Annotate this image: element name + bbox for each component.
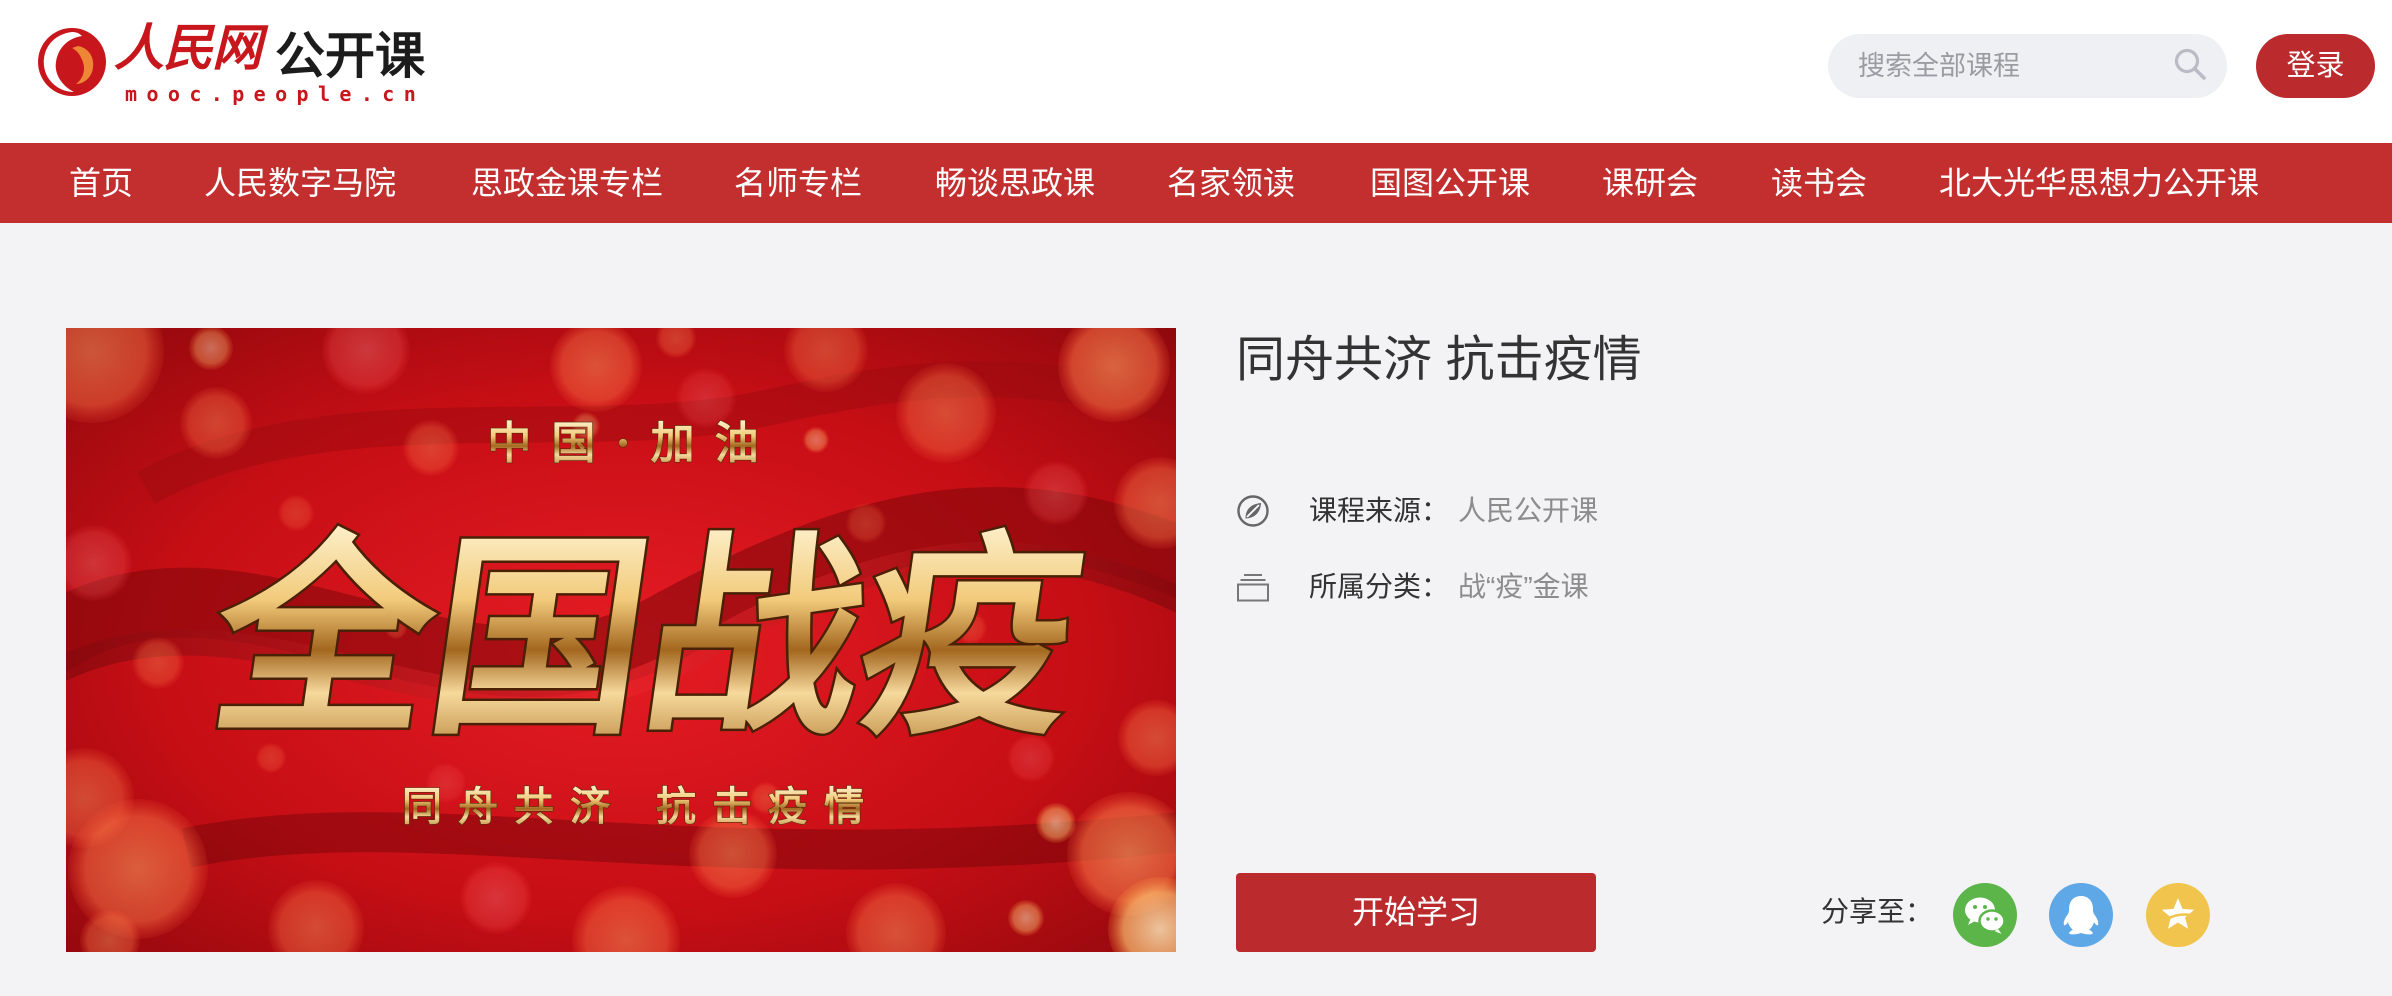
search-input[interactable]: [1828, 34, 2168, 98]
nav-item-national-library-open-course[interactable]: 国图公开课: [1370, 143, 1530, 223]
nav-item-digital-marxism-academy[interactable]: 人民数字马院: [204, 143, 396, 223]
nav-item-home[interactable]: 首页: [69, 143, 133, 223]
bokeh-circle: [189, 328, 233, 370]
bokeh-circle: [403, 420, 459, 476]
qq-icon: [2063, 896, 2099, 935]
search-box: [1828, 34, 2227, 98]
search-icon[interactable]: [2172, 46, 2208, 82]
people-daily-logo-icon: [34, 24, 110, 100]
nav-item-book-club[interactable]: 读书会: [1771, 143, 1867, 223]
login-button[interactable]: 登录: [2256, 34, 2375, 98]
course-detail: 中国·加油 全国战疫 同舟共济 抗击疫情 同舟共济 抗击疫情 课程来源： 人民公…: [0, 223, 2392, 996]
course-category-row: 所属分类： 战“疫”金课: [1236, 570, 1936, 604]
share-qzone-button[interactable]: [2146, 883, 2210, 947]
nav-item-course-research[interactable]: 课研会: [1602, 143, 1698, 223]
logo-domain-text: mooc.people.cn: [125, 82, 426, 106]
poster-bottom-line: 同舟共济 抗击疫情: [402, 783, 880, 830]
poster-headline: 全国战疫: [199, 511, 1095, 764]
source-icon: [1236, 494, 1270, 528]
share-wechat-button[interactable]: [1953, 883, 2017, 947]
course-source-row: 课程来源： 人民公开课: [1236, 494, 1936, 528]
logo-product-text: 公开课: [275, 28, 425, 84]
poster-ribbon: [181, 812, 1176, 870]
nav-item-expert-reading[interactable]: 名家领读: [1167, 143, 1295, 223]
bokeh-circle: [1036, 803, 1076, 843]
category-icon: [1236, 570, 1270, 604]
main-nav: 首页 人民数字马院 思政金课专栏 名师专栏 畅谈思政课 名家领读 国图公开课 课…: [0, 143, 2392, 223]
start-learning-button[interactable]: 开始学习: [1236, 873, 1596, 952]
bokeh-circle: [68, 799, 208, 939]
site-logo[interactable]: 人民网 公开课 mooc.people.cn: [34, 18, 454, 118]
bokeh-circle: [803, 427, 829, 453]
course-category-label: 所属分类：: [1309, 571, 1450, 602]
nav-item-pku-guanghua-open-course[interactable]: 北大光华思想力公开课: [1939, 143, 2259, 223]
share-label: 分享至：: [1821, 896, 1934, 927]
wechat-icon: [1965, 897, 2006, 934]
course-cover-image: 中国·加油 全国战疫 同舟共济 抗击疫情: [66, 328, 1176, 952]
course-source-label: 课程来源：: [1309, 495, 1450, 526]
course-category-value: 战“疫”金课: [1458, 571, 1589, 602]
page: 人民网 公开课 mooc.people.cn 登录 首页 人民数字马院 思政金课…: [0, 0, 2392, 996]
nav-item-famous-teachers[interactable]: 名师专栏: [734, 143, 862, 223]
bokeh-circle: [180, 387, 252, 459]
qzone-icon: [2161, 898, 2195, 929]
poster-top-line: 中国·加油: [487, 418, 778, 469]
share-qq-button[interactable]: [2049, 883, 2113, 947]
nav-item-ideology-course-talks[interactable]: 畅谈思政课: [935, 143, 1095, 223]
nav-item-ideology-golden-courses[interactable]: 思政金课专栏: [471, 143, 663, 223]
bokeh-circle: [132, 637, 184, 689]
bokeh-circle: [896, 363, 996, 463]
bokeh-circle: [460, 862, 532, 934]
course-title: 同舟共济 抗击疫情: [1236, 333, 1642, 387]
logo-brand-text: 人民网: [114, 18, 262, 77]
bokeh-circle: [1008, 900, 1044, 936]
site-header: 人民网 公开课 mooc.people.cn 登录: [0, 0, 2392, 143]
cover-artwork: 中国·加油 全国战疫 同舟共济 抗击疫情: [66, 328, 1176, 952]
course-source-value: 人民公开课: [1458, 495, 1599, 526]
